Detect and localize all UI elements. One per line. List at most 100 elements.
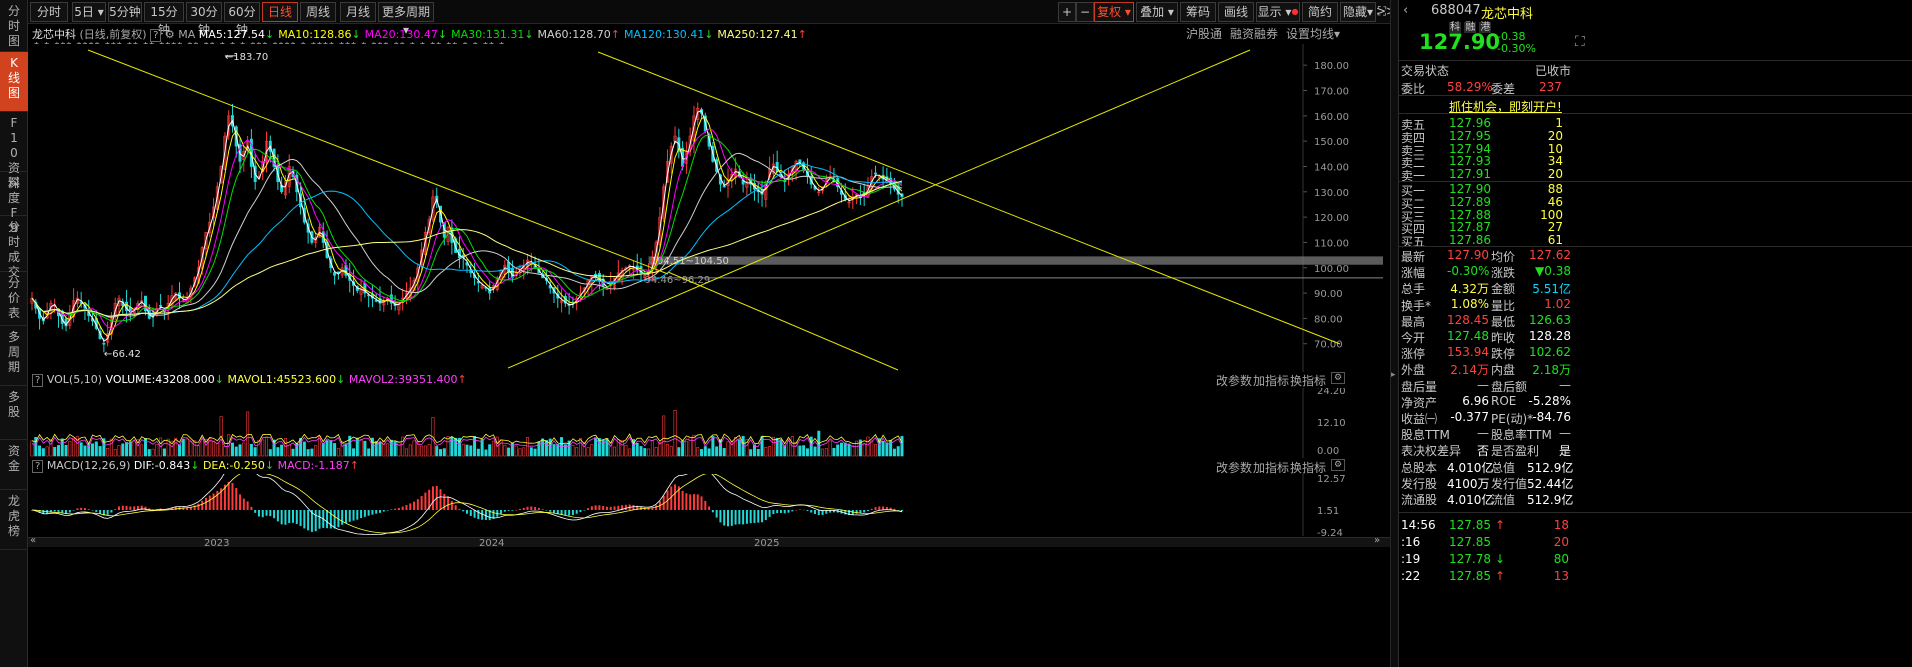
scroll-right-icon[interactable]: »: [1374, 535, 1380, 546]
stat-label: 流值: [1491, 493, 1516, 507]
expand-icon[interactable]: ⛶: [1374, 2, 1390, 22]
left-tab-2[interactable]: F10资料: [0, 112, 28, 190]
period-label: 5分钟: [109, 5, 141, 19]
period-5[interactable]: 60分钟: [224, 2, 260, 37]
time-scrollbar[interactable]: « »: [28, 535, 1390, 547]
draw-line-button[interactable]: 画线: [1218, 2, 1254, 22]
volume-bar: [522, 447, 526, 457]
zoom-in-button[interactable]: +: [1058, 2, 1076, 22]
set-ma-link[interactable]: 设置均线▾: [1286, 25, 1340, 42]
stat-value: 512.9亿: [1527, 460, 1574, 475]
period-8[interactable]: 月线: [340, 2, 376, 22]
hk-connect-link[interactable]: 沪股通: [1186, 25, 1222, 42]
left-tab-6[interactable]: 多周期: [0, 326, 28, 386]
margin-trading-link[interactable]: 融资融券: [1230, 25, 1278, 42]
volume-bar: [310, 448, 314, 457]
left-tab-5[interactable]: 分价表: [0, 272, 28, 326]
macd-bar: [303, 510, 306, 529]
macd-bar: [764, 510, 767, 521]
volume-bar: [764, 447, 768, 457]
collapse-arrow-icon[interactable]: ▸: [1391, 370, 1396, 380]
tick-price: 127.85: [1449, 535, 1491, 549]
chips-button[interactable]: 筹码: [1180, 2, 1216, 22]
divider: [1399, 95, 1912, 96]
dropdown-caret-icon: ▾: [93, 5, 104, 19]
help-icon[interactable]: ?: [32, 374, 44, 387]
period-0[interactable]: 分时: [30, 2, 68, 22]
stat-value: —: [1559, 426, 1571, 441]
macd-bar: [261, 510, 264, 518]
left-tab-9[interactable]: 龙虎榜: [0, 490, 28, 550]
vol-add-indicator-button[interactable]: 加指标: [1253, 372, 1289, 389]
overlay-dropdown[interactable]: 叠加 ▾: [1136, 2, 1178, 22]
left-tab-3[interactable]: 深度F9: [0, 172, 28, 235]
macd-settings-gear-icon[interactable]: ⚙: [1331, 459, 1346, 471]
hide-dropdown[interactable]: 隐藏▾: [1340, 2, 1376, 22]
macd-chart[interactable]: 12.57 1.51 -9.24: [28, 474, 1390, 536]
vol-settings-gear-icon[interactable]: ⚙: [1331, 372, 1346, 384]
ma-value: MA250:127.41: [717, 28, 798, 41]
period-3[interactable]: 15分钟: [144, 2, 184, 37]
volume-bar: [178, 444, 182, 457]
macd-bar: [295, 510, 298, 524]
help-icon[interactable]: ?: [32, 460, 44, 473]
vol-change-params-button[interactable]: 改参数: [1216, 372, 1252, 389]
left-tab-1[interactable]: K线图: [0, 52, 28, 112]
macd-bar: [401, 506, 404, 510]
prev-stock-icon[interactable]: ‹: [1403, 3, 1408, 18]
panel-splitter[interactable]: ▸: [1390, 0, 1398, 667]
period-4[interactable]: 30分钟: [186, 2, 222, 37]
period-7[interactable]: 周线: [300, 2, 336, 22]
volume-bar: [439, 449, 443, 457]
scroll-left-icon[interactable]: «: [30, 535, 36, 546]
kline-main-chart[interactable]: 180.00 170.00 160.00 150.00 140.00 130.00 120.…: [28, 44, 1390, 372]
macd-bar: [288, 510, 291, 524]
macd-bar: [269, 510, 272, 517]
period-1[interactable]: 5日 ▾: [72, 2, 106, 22]
macd-bar: [273, 510, 276, 519]
left-tab-7[interactable]: 多股: [0, 386, 28, 440]
tab-char: 龙: [7, 494, 20, 508]
volume-bar: [586, 447, 590, 457]
macd-bar: [708, 506, 711, 510]
macd-bar: [246, 501, 249, 510]
down-arrow-icon: ↓: [336, 373, 346, 386]
tab-char: 图: [7, 34, 20, 48]
volume-bar: [359, 438, 363, 457]
period-2[interactable]: 5分钟: [108, 2, 142, 22]
ma-item-ma250[interactable]: MA250:127.41↑: [717, 28, 806, 41]
period-6[interactable]: 日线: [262, 2, 298, 22]
ma-item-ma120[interactable]: MA120:130.41↓: [624, 28, 713, 41]
volume-bar: [246, 411, 250, 457]
restore-rights-dropdown[interactable]: 复权 ▾: [1094, 2, 1134, 22]
left-tab-4[interactable]: 分时成交: [0, 216, 28, 279]
left-tab-8[interactable]: 资金: [0, 440, 28, 490]
left-tab-0[interactable]: 分时图: [0, 0, 28, 52]
vol-switch-indicator-button[interactable]: 换指标: [1290, 372, 1326, 389]
macd-bar: [727, 510, 729, 527]
macd-bar: [363, 510, 366, 517]
down-arrow-icon: ↓: [214, 373, 224, 386]
volume-bar: [900, 436, 904, 457]
macd-bar: [314, 510, 317, 532]
volume-bar: [484, 449, 488, 457]
display-dropdown[interactable]: 显示 ▾●: [1256, 2, 1300, 22]
volume-chart[interactable]: 24.20 12.10 0.00: [28, 388, 1390, 458]
macd-bar: [466, 510, 468, 514]
period-9[interactable]: 更多周期 ▾: [378, 2, 434, 37]
volume-bar: [662, 415, 666, 457]
mavol2-value: MAVOL2:39351.400: [348, 373, 458, 386]
stat-label: 量比: [1491, 298, 1516, 313]
order-ratio-value: 58.29%: [1447, 80, 1493, 94]
ma-item-ma60[interactable]: MA60:128.70↑: [538, 28, 620, 41]
macd-bar: [874, 507, 877, 510]
macd-bar: [855, 510, 858, 514]
zoom-out-button[interactable]: −: [1076, 2, 1094, 22]
volume-bar: [291, 448, 295, 457]
macd-bar: [605, 506, 608, 510]
stat-label: 今开: [1401, 331, 1426, 345]
expand-panel-icon[interactable]: ⛶: [1575, 34, 1585, 50]
stat-label: 总值: [1491, 460, 1516, 475]
brief-button[interactable]: 简约: [1302, 2, 1338, 22]
tab-char: 表: [7, 306, 20, 320]
